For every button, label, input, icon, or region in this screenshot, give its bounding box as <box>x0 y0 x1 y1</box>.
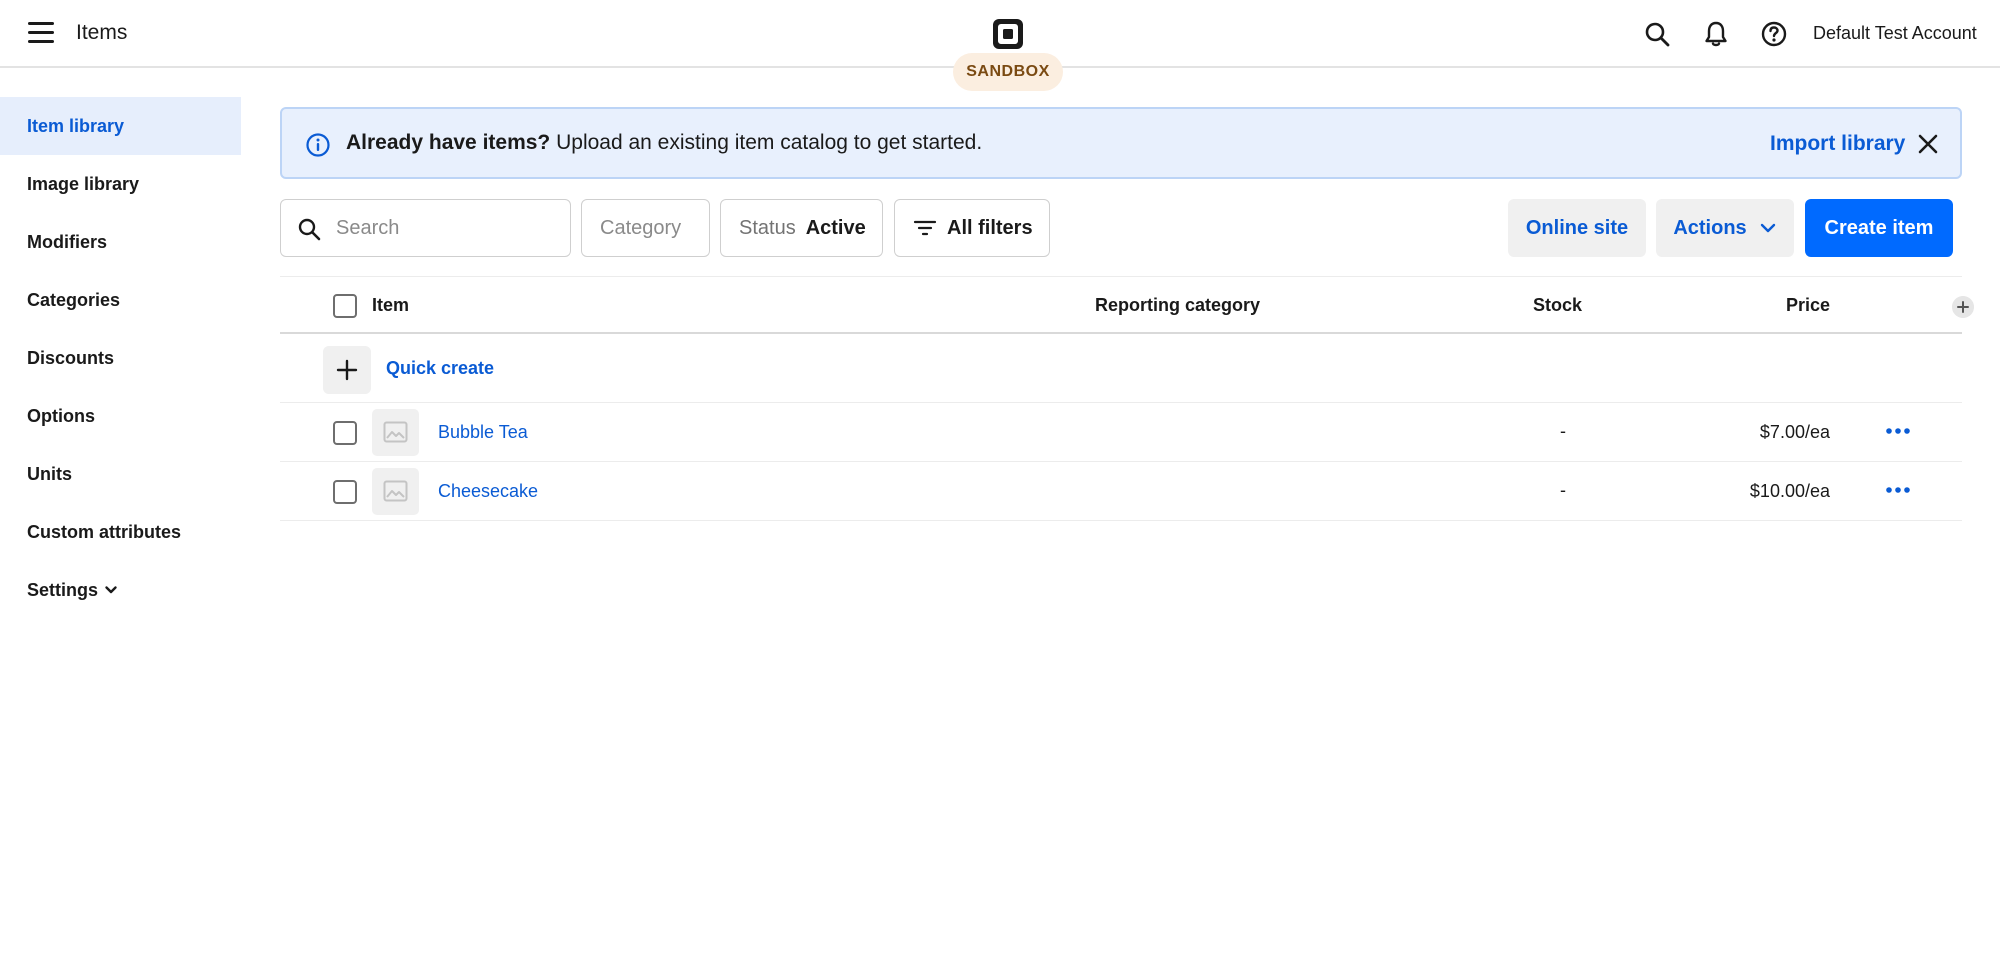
row-checkbox[interactable] <box>333 480 357 504</box>
quick-create-row: Quick create <box>280 336 1962 403</box>
filter-icon <box>913 220 937 236</box>
sidebar-item-image-library[interactable]: Image library <box>0 155 241 213</box>
chevron-down-icon <box>1760 223 1775 233</box>
select-all-checkbox[interactable] <box>333 294 357 318</box>
row-checkbox[interactable] <box>333 421 357 445</box>
account-menu[interactable]: Default Test Account <box>1813 23 1977 44</box>
sidebar: Item library Image library Modifiers Cat… <box>0 97 241 619</box>
item-price: $7.00/ea <box>1759 422 1830 442</box>
more-icon[interactable] <box>1884 480 1912 500</box>
banner-message-bold: Already have items? <box>346 131 551 154</box>
column-item[interactable]: Item <box>372 295 409 316</box>
sidebar-item-settings[interactable]: Settings <box>0 561 241 619</box>
sandbox-badge: SANDBOX <box>953 53 1063 91</box>
search-icon[interactable] <box>1643 20 1671 48</box>
table-row[interactable]: Bubble Tea - $7.00/ea <box>280 403 1962 462</box>
table-row[interactable]: Cheesecake - $10.00/ea <box>280 462 1962 521</box>
menu-icon[interactable] <box>28 22 56 46</box>
bell-icon[interactable] <box>1702 20 1730 48</box>
banner-message: Already have items? Upload an existing i… <box>346 131 982 155</box>
column-price[interactable]: Price <box>1786 295 1830 316</box>
all-filters-button[interactable]: All filters <box>894 199 1050 257</box>
sidebar-item-categories[interactable]: Categories <box>0 271 241 329</box>
status-filter-value: Active <box>805 216 866 239</box>
sidebar-item-discounts[interactable]: Discounts <box>0 329 241 387</box>
import-banner: Already have items? Upload an existing i… <box>280 107 1962 179</box>
status-filter[interactable]: Status Active <box>720 199 883 257</box>
column-stock[interactable]: Stock <box>1533 295 1582 316</box>
help-icon[interactable] <box>1760 20 1788 48</box>
sidebar-item-label: Settings <box>27 579 99 600</box>
item-stock: - <box>1560 421 1566 441</box>
item-name-link[interactable]: Cheesecake <box>438 481 538 502</box>
item-name-link[interactable]: Bubble Tea <box>438 422 528 443</box>
image-placeholder-icon <box>383 421 408 443</box>
sidebar-item-options[interactable]: Options <box>0 387 241 445</box>
item-stock: - <box>1560 480 1566 500</box>
image-placeholder-icon <box>383 480 408 502</box>
sidebar-item-units[interactable]: Units <box>0 445 241 503</box>
item-thumbnail <box>372 409 419 456</box>
search-icon <box>298 218 321 241</box>
page-title: Items <box>76 21 128 44</box>
search-field[interactable] <box>280 199 571 257</box>
table-header: Item Reporting category Stock Price <box>280 276 1974 334</box>
add-column-icon[interactable] <box>1952 296 1974 318</box>
category-filter[interactable]: Category <box>581 199 710 257</box>
sidebar-item-item-library[interactable]: Item library <box>0 97 241 155</box>
actions-button[interactable]: Actions <box>1656 199 1794 257</box>
item-price: $10.00/ea <box>1749 481 1830 501</box>
all-filters-label: All filters <box>947 216 1033 239</box>
info-icon <box>306 133 330 157</box>
banner-message-text: Upload an existing item catalog to get s… <box>550 131 983 154</box>
chevron-down-icon <box>105 586 117 594</box>
column-reporting-category[interactable]: Reporting category <box>1095 295 1260 316</box>
import-library-link[interactable]: Import library <box>1770 132 1905 156</box>
close-icon[interactable] <box>1916 132 1940 156</box>
plus-icon[interactable] <box>323 346 371 394</box>
sidebar-item-modifiers[interactable]: Modifiers <box>0 213 241 271</box>
sidebar-item-custom-attributes[interactable]: Custom attributes <box>0 503 241 561</box>
actions-label: Actions <box>1673 216 1747 239</box>
more-icon[interactable] <box>1884 421 1912 441</box>
status-filter-label: Status <box>739 216 796 239</box>
online-site-button[interactable]: Online site <box>1508 199 1646 257</box>
create-item-button[interactable]: Create item <box>1805 199 1953 257</box>
square-logo-icon[interactable] <box>992 18 1024 50</box>
quick-create-link[interactable]: Quick create <box>386 358 494 379</box>
item-thumbnail <box>372 468 419 515</box>
search-input[interactable] <box>336 210 556 246</box>
